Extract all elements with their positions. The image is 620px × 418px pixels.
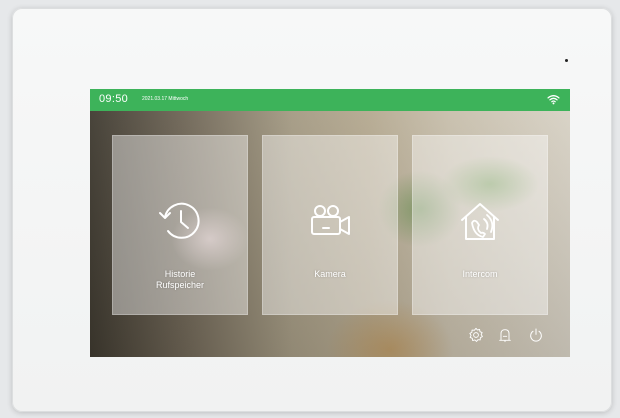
display-screen: 09:50 2021.03.17 Mittwoch Historie Rufsp… (90, 89, 570, 357)
status-bar: 09:50 2021.03.17 Mittwoch (90, 89, 570, 111)
tile-camera-label: Kamera (266, 269, 394, 280)
video-camera-icon (311, 205, 350, 235)
settings-icon[interactable] (468, 327, 484, 343)
tile-camera-label-line1: Kamera (314, 269, 346, 279)
clock-history-icon (159, 202, 200, 239)
status-time: 09:50 (99, 93, 129, 105)
tile-intercom[interactable]: Intercom (412, 135, 548, 315)
home-intercom-icon (461, 203, 499, 240)
wifi-icon (547, 95, 560, 105)
doorbell-icon[interactable] (497, 327, 513, 343)
tile-history[interactable]: Historie Rufspeicher (112, 135, 248, 315)
tile-history-label-line2: Rufspeicher (155, 280, 205, 290)
intercom-device: 09:50 2021.03.17 Mittwoch Historie Rufsp… (12, 8, 612, 412)
status-date: 2021.03.17 Mittwoch (142, 96, 189, 102)
power-icon[interactable] (528, 327, 544, 343)
tile-camera[interactable]: Kamera (262, 135, 398, 315)
front-camera-dot (565, 59, 568, 62)
tile-intercom-label: Intercom (416, 269, 544, 280)
tile-history-label-line1: Historie (164, 269, 196, 279)
tile-intercom-label-line1: Intercom (462, 269, 498, 279)
tile-history-label: Historie Rufspeicher (116, 269, 244, 291)
